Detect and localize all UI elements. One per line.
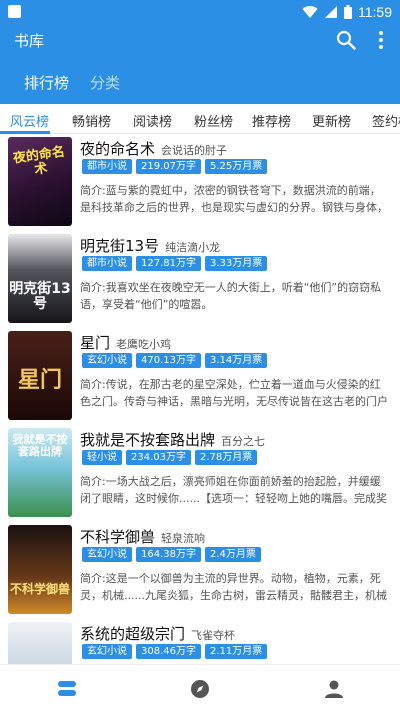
tab-ranking[interactable]: 排行榜 — [24, 72, 69, 93]
book-author: 飞雀夺杯 — [191, 629, 236, 642]
book-cover — [8, 622, 72, 664]
tag-tickets: 2.4万月票 — [205, 547, 261, 562]
book-tags: 玄幻小说 470.13万字 3.14万月票 — [82, 353, 268, 368]
tag-wordcount: 127.81万字 — [136, 256, 201, 271]
book-tags: 玄幻小说 164.38万字 2.4万月票 — [82, 547, 261, 562]
book-tags: 都市小说 219.07万字 5.25万月票 — [82, 159, 268, 174]
tag-wordcount: 470.13万字 — [136, 353, 201, 368]
tab-changxiao[interactable]: 畅销榜 — [72, 111, 111, 130]
book-title: 夜的命名术 — [80, 140, 156, 158]
book-title: 明克街13号 — [80, 237, 160, 255]
book-list: 夜的命名术 夜的命名术 会说话的肘子 都市小说 219.07万字 5.25万月票 … — [0, 134, 400, 664]
book-cover: 星门 — [8, 331, 72, 420]
book-title-line: 星门 老鹰吃小鸡 — [80, 332, 171, 353]
book-title-line: 夜的命名术 会说话的肘子 — [80, 138, 227, 159]
notification-icon — [8, 5, 21, 18]
tag-genre: 玄幻小说 — [82, 644, 132, 659]
book-author: 老鹰吃小鸡 — [116, 338, 172, 351]
tag-genre: 都市小说 — [82, 159, 132, 174]
book-desc: 简介:这是一个以御兽为主流的异世界。动物，植物，元素，死灵，机械......九尾… — [80, 572, 387, 602]
book-tags: 都市小说 127.81万字 3.33万月票 — [82, 256, 268, 271]
status-bar: 11:59 — [0, 0, 400, 24]
list-item[interactable]: 我就是不按套路出牌 我就是不按套路出牌 百分之七 轻小说 234.03万字 2.7… — [0, 425, 400, 522]
bookshelf-icon[interactable] — [56, 678, 78, 700]
search-icon[interactable] — [336, 30, 356, 50]
book-desc: 简介:我喜欢坐在夜晚空无一人的大街上，听着“他们”的窃窃私语，享受着“他们”的喧… — [80, 281, 382, 311]
tag-wordcount: 219.07万字 — [136, 159, 201, 174]
tab-tuijian[interactable]: 推荐榜 — [252, 111, 291, 130]
list-item[interactable]: 夜的命名术 夜的命名术 会说话的肘子 都市小说 219.07万字 5.25万月票 … — [0, 134, 400, 231]
category-tabs: 风云榜 畅销榜 阅读榜 粉丝榜 推荐榜 更新榜 签约榜 — [0, 104, 400, 134]
battery-icon — [344, 5, 352, 19]
list-item[interactable]: 不科学御兽 不科学御兽 轻泉流响 玄幻小说 164.38万字 2.4万月票 简介:… — [0, 522, 400, 619]
book-title: 星门 — [80, 334, 111, 352]
book-author: 百分之七 — [221, 435, 266, 448]
tag-wordcount: 308.46万字 — [136, 644, 201, 659]
tag-genre: 都市小说 — [82, 256, 132, 271]
book-title-line: 明克街13号 纯洁滴小龙 — [80, 235, 220, 256]
cover-title: 夜的命名术 — [12, 144, 66, 178]
book-tags: 玄幻小说 308.46万字 2.11万月票 — [82, 644, 268, 659]
signal-icon — [325, 6, 337, 18]
book-tags: 轻小说 234.03万字 2.78万月票 — [82, 450, 258, 465]
wifi-icon — [302, 6, 318, 19]
clock: 11:59 — [358, 4, 392, 20]
list-item[interactable]: 明克街13号 明克街13号 纯洁滴小龙 都市小说 127.81万字 3.33万月票… — [0, 231, 400, 328]
tag-tickets: 3.33万月票 — [205, 256, 268, 271]
cover-title: 我就是不按套路出牌 — [12, 433, 68, 458]
book-title: 系统的超级宗门 — [80, 625, 186, 643]
tag-genre: 玄幻小说 — [82, 547, 132, 562]
book-cover: 明克街13号 — [8, 234, 72, 323]
book-desc: 简介:传说，在那古老的星空深处，伫立着一道血与火侵染的红色之门。传奇与神话，黑暗… — [80, 378, 388, 408]
book-author: 轻泉流响 — [161, 532, 206, 545]
tab-fensi[interactable]: 粉丝榜 — [194, 111, 233, 130]
person-icon[interactable] — [323, 678, 345, 700]
book-title-line: 系统的超级宗门 飞雀夺杯 — [80, 623, 235, 644]
book-cover: 我就是不按套路出牌 — [8, 428, 72, 517]
bottom-nav — [0, 664, 400, 712]
more-vert-icon[interactable] — [378, 30, 384, 50]
tag-tickets: 2.78万月票 — [195, 450, 258, 465]
cover-title: 不科学御兽 — [9, 582, 70, 596]
tab-qianyue[interactable]: 签约榜 — [372, 111, 400, 130]
compass-icon[interactable] — [189, 678, 211, 700]
book-title-line: 不科学御兽 轻泉流响 — [80, 526, 205, 547]
tab-category[interactable]: 分类 — [90, 72, 120, 93]
tag-tickets: 2.11万月票 — [205, 644, 268, 659]
tab-gengxin[interactable]: 更新榜 — [312, 111, 351, 130]
book-cover: 不科学御兽 — [8, 525, 72, 614]
book-desc: 简介:蓝与紫的霓虹中，浓密的钢铁苍穹下，数据洪流的前端，是科技革命之后的世界，也… — [80, 184, 388, 214]
tab-yuedu[interactable]: 阅读榜 — [133, 111, 172, 130]
book-desc: 简介:一场大战之后，漂亮师姐在你面前娇羞的抬起脸，并缓缓闭了眼睛，这时候你...… — [80, 475, 387, 505]
cover-title: 明克街13号 — [9, 281, 71, 312]
cover-title: 星门 — [17, 368, 62, 393]
app-bar: 书库 — [0, 24, 400, 56]
status-icons: 11:59 — [302, 3, 392, 21]
book-author: 会说话的肘子 — [161, 144, 228, 157]
book-cover: 夜的命名术 — [8, 137, 72, 226]
book-author: 纯洁滴小龙 — [165, 241, 221, 254]
tag-tickets: 3.14万月票 — [205, 353, 268, 368]
page-title: 书库 — [14, 32, 45, 50]
book-title-line: 我就是不按套路出牌 百分之七 — [80, 429, 265, 450]
tab-fengyun[interactable]: 风云榜 — [10, 111, 49, 130]
sub-tabs: 排行榜 分类 — [0, 56, 400, 104]
book-title: 不科学御兽 — [80, 528, 156, 546]
book-title: 我就是不按套路出牌 — [80, 431, 216, 449]
tag-genre: 轻小说 — [82, 450, 122, 465]
tag-wordcount: 234.03万字 — [126, 450, 191, 465]
tag-wordcount: 164.38万字 — [136, 547, 201, 562]
list-item[interactable]: 星门 星门 老鹰吃小鸡 玄幻小说 470.13万字 3.14万月票 简介:传说，在… — [0, 328, 400, 425]
list-item[interactable]: 系统的超级宗门 飞雀夺杯 玄幻小说 308.46万字 2.11万月票 — [0, 619, 400, 664]
tag-tickets: 5.25万月票 — [205, 159, 268, 174]
tag-genre: 玄幻小说 — [82, 353, 132, 368]
